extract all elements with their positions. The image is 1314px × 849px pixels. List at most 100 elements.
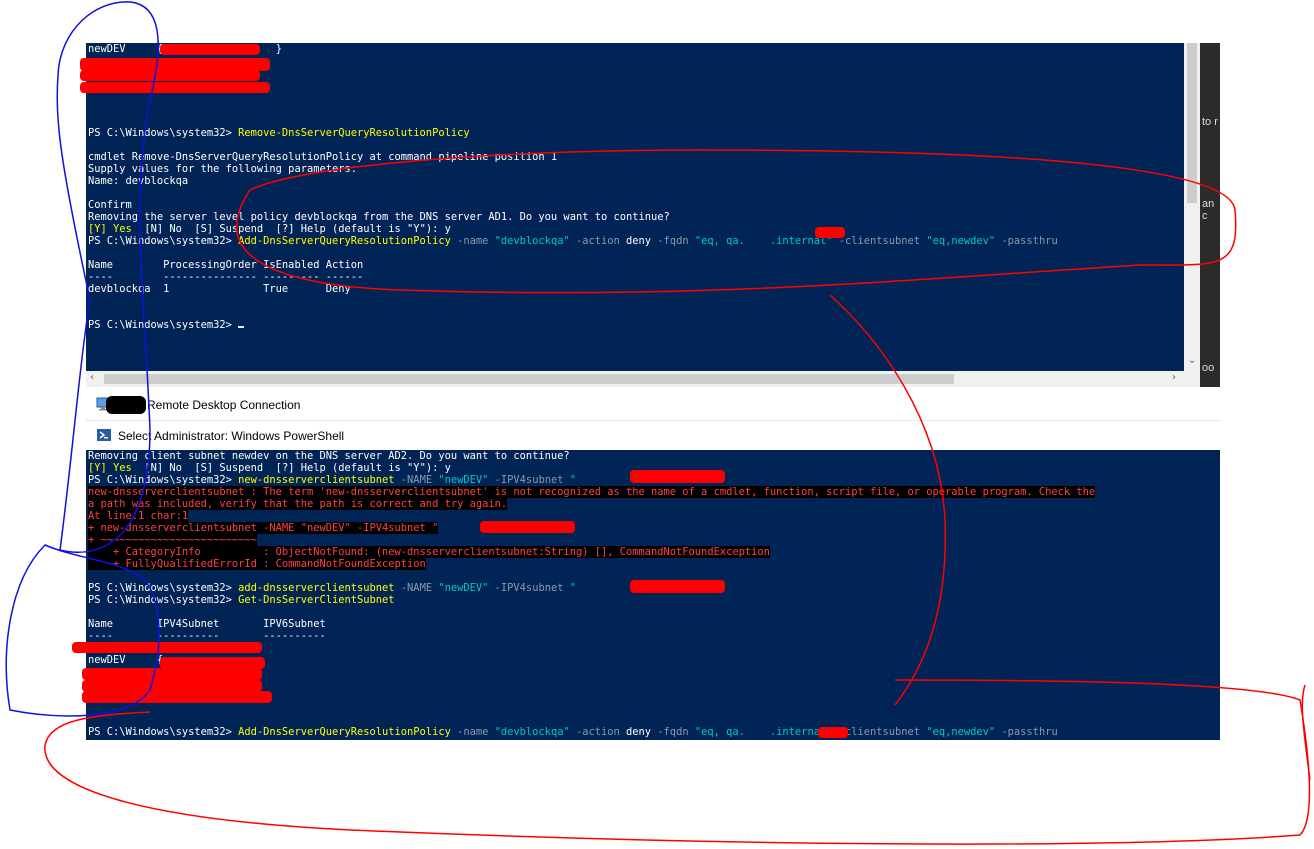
console-line: ---- ---------- ---------- [86,630,1220,642]
console-text: Name ProcessingOrder IsEnabled Action [88,259,364,271]
console-text: [N] No [S] Suspend [?] Help (default is … [144,223,451,235]
console-line: + ~~~~~~~~~~~~~~~~~~~~~~~~~ [86,534,1220,546]
console-text: deny [626,726,658,738]
background-window-strip: to r an c oo [1200,43,1220,387]
console-line: + CategoryInfo : ObjectNotFound: (new-dn… [86,546,1220,558]
console-line: + new-dnsserverclientsubnet -NAME "newDE… [86,522,1220,534]
console-line: Name: devblockqa [86,175,1184,187]
console-text: -action [575,726,627,738]
background-text-3: oo [1202,362,1215,374]
console-text: Add-DnsServerQueryResolutionPolicy [238,235,458,247]
console-text: -IPV4subnet [494,474,570,486]
redaction-mark [82,668,262,680]
console-text: new-dnsserverclientsubnet [238,474,401,486]
console-text: PS C:\Windows\system32> [88,726,239,738]
console-text: + new-dnsserverclientsubnet -NAME "newDE… [88,522,439,534]
scroll-left-arrow-icon[interactable]: ‹ [90,372,94,383]
powershell-title-bar[interactable]: Select Administrator: Windows PowerShell [86,420,1220,451]
console-text: Confirm [88,199,132,211]
console-text: -IPV4subnet [494,582,570,594]
console-text: add-dnsserverclientsubnet [238,582,401,594]
redaction-mark [630,580,725,593]
redaction-mark [106,396,146,414]
horizontal-scroll-thumb[interactable] [104,374,954,384]
console-line: PS C:\Windows\system32> Remove-DnsServer… [86,127,1184,139]
console-text: deny [626,235,658,247]
console-line: Name ProcessingOrder IsEnabled Action [86,259,1184,271]
console-line: new-dnsserverclientsubnet : The term 'ne… [86,486,1220,498]
console-text: -NAME [400,582,439,594]
console-text: "devblockqa" [494,726,576,738]
console-text: " [569,474,576,486]
redaction-mark [818,727,848,738]
console-text: Removing the server level policy devbloc… [88,211,670,223]
top-console-horizontal-scrollbar[interactable]: ‹ › [86,371,1200,387]
redaction-mark [80,70,260,81]
scroll-down-arrow-icon[interactable]: ⌄ [1188,355,1196,366]
console-text: -action [575,235,627,247]
console-text: } [275,43,282,55]
console-text: + ~~~~~~~~~~~~~~~~~~~~~~~~~ [88,534,257,546]
console-text: -fqdn [657,726,695,738]
console-text: PS C:\Windows\system32> [88,127,239,139]
red-annotation-tail [1301,684,1311,781]
console-text: -fqdn [657,235,695,247]
console-text: cmdlet Remove-DnsServerQueryResolutionPo… [88,151,558,163]
console-text: "devblockqa" [494,235,576,247]
console-text: new-dnsserverclientsubnet : The term 'ne… [88,486,1096,498]
console-text: PS C:\Windows\system32> [88,582,239,594]
console-text: PS C:\Windows\system32> [88,235,239,247]
console-text: newDEV { [88,43,164,55]
redaction-mark [630,470,725,483]
console-text: -passthru [1001,726,1058,738]
console-line: At line:1 char:1 [86,510,1220,522]
console-line: PS C:\Windows\system32> Get-DnsServerCli… [86,594,1220,606]
console-text: PS C:\Windows\system32> [88,594,239,606]
console-text: -clientsubnet [838,235,927,247]
console-text: PS C:\Windows\system32> [88,474,239,486]
console-text: -name [457,235,495,247]
console-text: At line:1 char:1 [88,510,189,522]
console-text: -name [457,726,495,738]
console-line: devblockqa 1 True Deny [86,283,1184,295]
top-console-vertical-scrollbar[interactable]: ⌄ [1184,43,1200,371]
console-text: ---- ---------- ---------- [88,630,326,642]
console-text: -NAME [400,474,439,486]
console-line: Confirm [86,199,1184,211]
console-text: Supply values for the following paramete… [88,163,357,175]
console-text: + CategoryInfo : ObjectNotFound: (new-dn… [88,546,770,558]
vertical-scroll-thumb[interactable] [1187,43,1197,203]
console-line: Removing the server level policy devbloc… [86,211,1184,223]
rdp-title-bar[interactable]: Remote Desktop Connection [86,390,1220,420]
redaction-mark [72,642,262,653]
console-line: PS C:\Windows\system32> [86,319,1184,331]
console-text: + FullyQualifiedErrorId : CommandNotFoun… [88,558,426,570]
console-text: [N] No [S] Suspend [?] Help (default is … [144,462,451,474]
console-text: ---- --------------- --------- ------ [88,271,364,283]
console-line: cmdlet Remove-DnsServerQueryResolutionPo… [86,151,1184,163]
console-line: + FullyQualifiedErrorId : CommandNotFoun… [86,558,1220,570]
console-text: Name IPV4Subnet IPV6Subnet [88,618,326,630]
rdp-window-title: Remote Desktop Connection [147,398,301,412]
console-text: [Y] Yes [88,223,145,235]
background-text-2: an c [1202,198,1215,222]
powershell-window-title: Select Administrator: Windows PowerShell [118,429,345,443]
console-text: newDEV { [88,654,164,666]
console-line: PS C:\Windows\system32> Add-DnsServerQue… [86,235,1184,247]
scroll-right-arrow-icon[interactable]: › [1172,372,1176,383]
redaction-mark [160,44,260,55]
background-text-1: to r [1202,116,1218,128]
console-text: "newDEV" [438,474,495,486]
console-text: Get-DnsServerClientSubnet [238,594,395,606]
redaction-mark [80,82,270,93]
powershell-icon [97,429,111,441]
